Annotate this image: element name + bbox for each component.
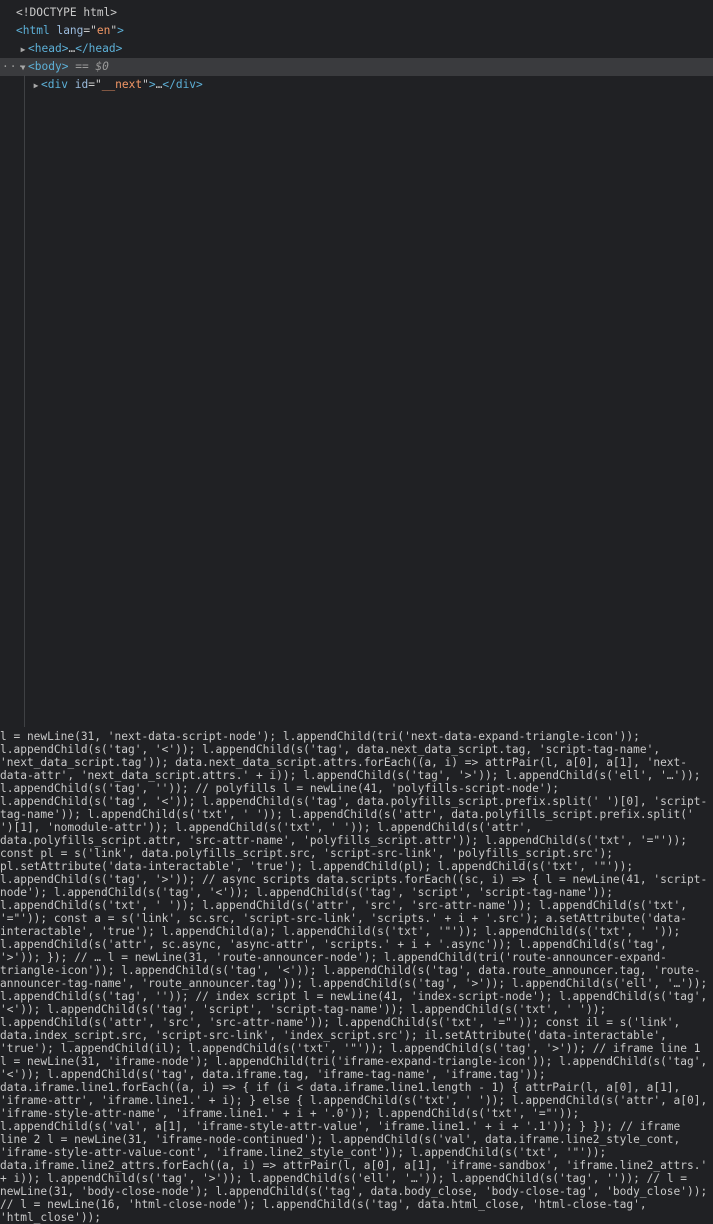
lang-attr-name: lang xyxy=(56,24,84,37)
div-tag-name: div xyxy=(47,78,68,91)
body-tag-name: body xyxy=(34,60,62,73)
next-div-node[interactable]: ▶ <div id="__next">…</div> xyxy=(0,76,713,94)
head-expand-triangle-icon[interactable]: ▶ xyxy=(18,41,28,58)
head-tag-name: head xyxy=(34,42,62,55)
body-node[interactable]: ··· ▼ <body> == $0 xyxy=(0,58,713,76)
next-div-id-attr-value: __next xyxy=(101,78,143,91)
next-div-expand-triangle-icon[interactable]: ▶ xyxy=(31,77,41,94)
dom-tree-panel: <!DOCTYPE html> <html lang="en"> ▶ <head>…<… xyxy=(0,0,713,730)
html-open-node[interactable]: <html lang="en"> xyxy=(0,22,713,40)
tree-indent-guide xyxy=(24,75,25,727)
doctype-node[interactable]: <!DOCTYPE html> xyxy=(0,4,713,22)
doctype-text: <!DOCTYPE html> xyxy=(16,6,118,19)
lang-attr-value: en xyxy=(96,24,111,37)
selected-node-marker: == $0 xyxy=(75,60,109,73)
html-tag-name: html xyxy=(22,24,50,37)
next-div-id-attr-name: id xyxy=(74,78,89,91)
head-node[interactable]: ▶ <head>…</head> xyxy=(0,40,713,58)
more-options-icon[interactable]: ··· xyxy=(2,58,25,76)
